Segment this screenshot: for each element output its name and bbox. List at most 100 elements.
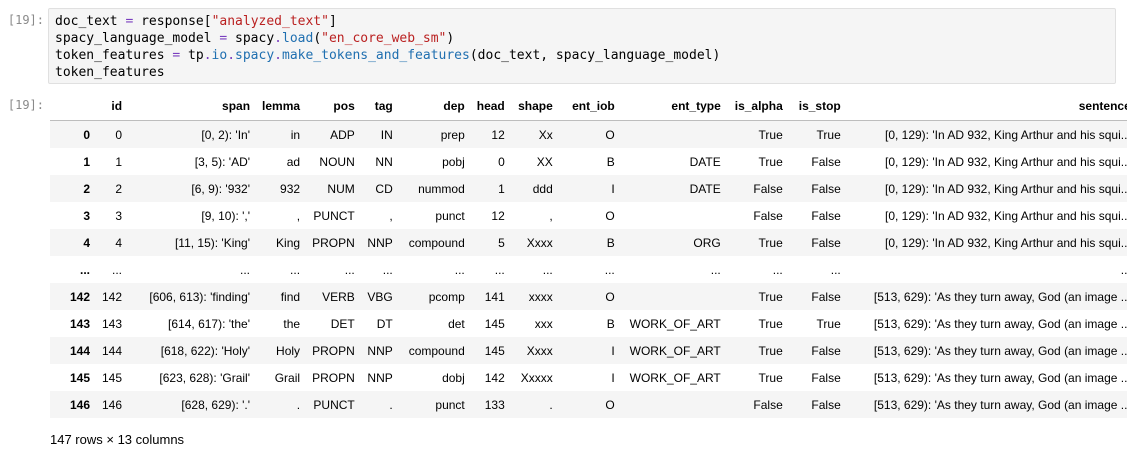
table-cell: prep [440, 127, 465, 142]
table-cell: WORK_OF_ART [629, 370, 721, 385]
table-cell: [11, 15): 'King' [174, 235, 251, 250]
table-cell [621, 391, 727, 418]
row-index: 4 [83, 235, 90, 250]
output-prompt: [19]: [7, 98, 44, 112]
table-row: 143 143 [614, 617): 'the' the DET DT det 145 xxx… [50, 310, 1127, 337]
table-cell: False [811, 370, 841, 385]
table-cell: , [549, 208, 553, 223]
table-cell: Grail [274, 370, 301, 385]
table-cell: 5 [498, 235, 505, 250]
table-cell: NNP [367, 235, 393, 250]
table-cell: O [605, 208, 615, 223]
column-header: lemma [256, 92, 307, 121]
table-cell: False [811, 397, 841, 412]
table-cell: in [290, 127, 301, 142]
table-cell: False [811, 208, 841, 223]
column-header: is_alpha [726, 92, 789, 121]
table-cell: [0, 129): 'In AD 932, King Arthur and hi… [884, 181, 1127, 196]
table-cell: [3, 5): 'AD' [194, 154, 251, 169]
table-row: 0 0 [0, 2): 'In' in ADP IN prep 12 Xx O True True [0… [50, 120, 1127, 148]
table-cell: I [611, 343, 615, 358]
table-cell: PUNCT [313, 208, 355, 223]
row-index: 1 [83, 154, 90, 169]
table-cell: True [816, 127, 841, 142]
table-cell: , [389, 208, 393, 223]
table-cell: ddd [532, 181, 553, 196]
table-cell: 932 [280, 181, 301, 196]
column-header: shape [510, 92, 559, 121]
column-header: id [96, 92, 129, 121]
table-cell: False [753, 397, 783, 412]
table-cell: nummod [418, 181, 465, 196]
table-cell: CD [375, 181, 393, 196]
table-row: ........................................… [50, 256, 1127, 283]
table-cell: compound [408, 235, 465, 250]
table-cell: NOUN [319, 154, 355, 169]
table-cell: [513, 629): 'As they turn away, God (an … [873, 370, 1127, 385]
table-cell: B [606, 235, 615, 250]
table-cell: [513, 629): 'As they turn away, God (an … [873, 316, 1127, 331]
dataframe-table: id span lemma pos tag dep head shape ent_iob ent_… [50, 92, 1127, 418]
code-cell-editor[interactable]: doc_text = response["analyzed_text"] spa… [48, 8, 1116, 84]
table-cell: False [811, 181, 841, 196]
table-cell: I [611, 370, 615, 385]
column-header: ent_iob [558, 92, 621, 121]
table-cell: I [611, 181, 615, 196]
table-cell: ... [454, 262, 465, 277]
table-cell: ... [494, 262, 505, 277]
table-cell: ... [710, 262, 721, 277]
table-cell: , [296, 208, 301, 223]
table-cell: [0, 129): 'In AD 932, King Arthur and hi… [884, 208, 1127, 223]
table-cell: B [606, 154, 615, 169]
column-header: pos [306, 92, 361, 121]
table-cell: punct [435, 208, 465, 223]
table-cell: Xxxx [526, 235, 553, 250]
table-row: 144 144 [618, 622): 'Holy' Holy PROPN NNP comp… [50, 337, 1127, 364]
table-cell: [623, 628): 'Grail' [159, 370, 251, 385]
table-cell: Xxxxx [520, 370, 553, 385]
table-cell: O [605, 127, 615, 142]
table-cell: [0, 129): 'In AD 932, King Arthur and hi… [884, 154, 1127, 169]
table-cell: ... [382, 262, 393, 277]
table-cell: 133 [484, 397, 505, 412]
table-cell: PROPN [312, 343, 355, 358]
table-cell: DET [330, 316, 355, 331]
table-cell: 12 [491, 208, 505, 223]
table-cell: [0, 129): 'In AD 932, King Arthur and hi… [884, 235, 1127, 250]
table-cell: dobj [442, 370, 465, 385]
table-cell: True [758, 127, 783, 142]
table-cell: ... [772, 262, 783, 277]
table-row: 146 146 [628, 629): '.'. PUNCT. punct 133. O Fa… [50, 391, 1127, 418]
dataframe-shape-label: 147 rows × 13 columns [50, 432, 185, 447]
table-cell: True [758, 370, 783, 385]
table-cell: xxx [534, 316, 553, 331]
table-cell: NUM [327, 181, 355, 196]
table-cell: 0 [115, 127, 123, 142]
table-cell: NN [375, 154, 393, 169]
table-cell: 145 [484, 316, 505, 331]
table-cell: xxxx [528, 289, 553, 304]
table-cell: ... [240, 262, 251, 277]
table-cell: 141 [484, 289, 505, 304]
table-cell: DT [376, 316, 393, 331]
table-cell: Holy [276, 343, 301, 358]
table-cell: 142 [102, 289, 123, 304]
table-cell: ... [830, 262, 841, 277]
table-cell: [513, 629): 'As they turn away, God (an … [873, 343, 1127, 358]
table-row: 3 3 [9, 10): ',', PUNCT, punct 12, O False False… [50, 202, 1127, 229]
table-cell: [9, 10): ',' [201, 208, 251, 223]
table-cell: . [549, 397, 553, 412]
column-header: ent_type [620, 92, 727, 121]
code-line-1: doc_text = response["analyzed_text"] [55, 14, 337, 29]
table-cell: ... [1120, 262, 1127, 277]
table-cell: det [448, 316, 465, 331]
table-cell: [513, 629): 'As they turn away, God (an … [873, 397, 1127, 412]
column-header: span [128, 92, 257, 121]
table-cell: True [816, 316, 841, 331]
row-index: 3 [83, 208, 90, 223]
row-index: 0 [83, 127, 90, 142]
table-cell: DATE [689, 181, 721, 196]
table-cell: find [280, 289, 301, 304]
table-cell: False [753, 181, 783, 196]
table-row: 1 1 [3, 5): 'AD' ad NOUN NN pobj 0 XX B DATE True Fa… [50, 148, 1127, 175]
